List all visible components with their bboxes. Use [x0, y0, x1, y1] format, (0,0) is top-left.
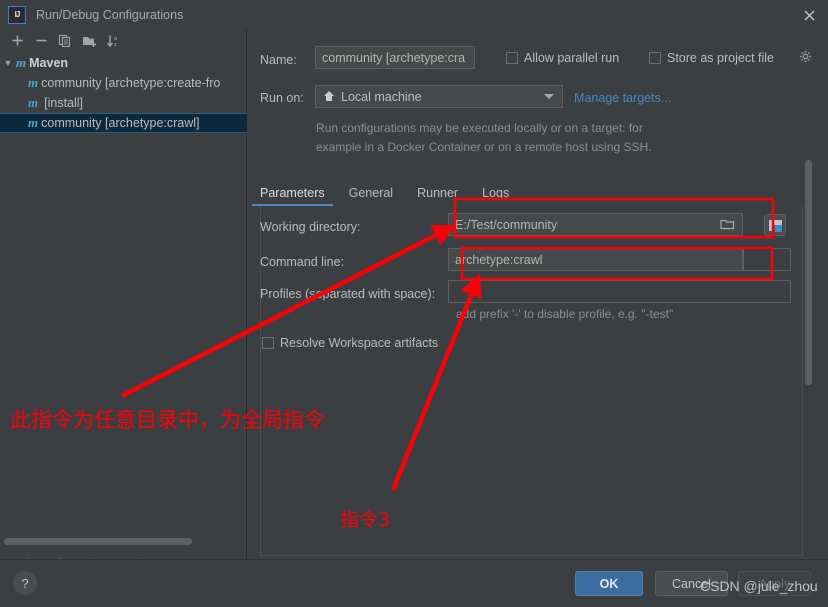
- cancel-button[interactable]: Cancel: [655, 571, 728, 596]
- copy-icon[interactable]: [53, 31, 77, 51]
- macro-accent-square: [775, 225, 782, 232]
- macro-bar-left: [769, 220, 772, 231]
- run-on-description-line1: Run configurations may be executed local…: [316, 121, 643, 135]
- store-as-project-file-checkbox[interactable]: Store as project file: [649, 51, 774, 65]
- working-directory-label: Working directory:: [260, 220, 361, 234]
- profiles-input[interactable]: [448, 280, 791, 303]
- allow-parallel-run-checkbox[interactable]: Allow parallel run: [506, 51, 619, 65]
- store-as-project-file-label: Store as project file: [667, 51, 774, 65]
- gear-icon[interactable]: [799, 50, 813, 67]
- ok-button[interactable]: OK: [575, 571, 643, 596]
- maven-icon: m: [28, 115, 39, 130]
- run-on-description-line2: example in a Docker Container or on a re…: [316, 140, 652, 154]
- profiles-label: Profiles (separated with space):: [260, 287, 436, 301]
- sort-alphabetical-icon[interactable]: a z: [101, 31, 125, 51]
- tab-parameters[interactable]: Parameters: [248, 186, 337, 206]
- run-on-dropdown[interactable]: Local machine: [315, 85, 563, 108]
- tree-group-label: Maven: [29, 56, 69, 70]
- run-on-label: Run on:: [260, 91, 304, 105]
- tree-item-label: community [archetype:create-fro: [41, 76, 221, 90]
- add-configuration-button[interactable]: [5, 31, 29, 51]
- configurations-tree: ▼ m Maven m community [archetype:create-…: [0, 53, 247, 519]
- tree-item-install[interactable]: m [install]: [0, 93, 247, 113]
- dialog-titlebar: IJ Run/Debug Configurations: [0, 0, 828, 29]
- folder-browse-icon[interactable]: [720, 218, 735, 234]
- tab-runner[interactable]: Runner: [405, 186, 470, 206]
- maven-icon: m: [28, 75, 39, 90]
- manage-targets-link[interactable]: Manage targets...: [574, 91, 671, 105]
- run-on-value: Local machine: [341, 89, 422, 104]
- resolve-workspace-artifacts-label: Resolve Workspace artifacts: [280, 336, 439, 350]
- configurations-sidebar: a z ▼ m Maven m community [archetype:cre…: [0, 29, 247, 571]
- tree-item-label: community [archetype:crawl]: [41, 116, 200, 130]
- tree-item-community-create-from[interactable]: m community [archetype:create-fro: [0, 73, 247, 93]
- chevron-down-icon[interactable]: ▼: [0, 58, 16, 68]
- sidebar-horizontal-scrollbar[interactable]: [4, 538, 192, 545]
- chevron-down-icon[interactable]: [544, 94, 554, 99]
- insert-macro-icon[interactable]: [764, 214, 786, 236]
- close-icon[interactable]: [800, 6, 818, 24]
- command-line-expand-area[interactable]: [743, 248, 791, 271]
- run-debug-configurations-dialog: IJ Run/Debug Configurations a z ▼ m Mave…: [0, 0, 828, 607]
- tree-group-maven[interactable]: ▼ m Maven: [0, 53, 247, 73]
- checkbox-box: [649, 52, 661, 64]
- profiles-hint: add prefix '-' to disable profile, e.g. …: [456, 307, 674, 321]
- dialog-title: Run/Debug Configurations: [36, 7, 184, 22]
- working-directory-input[interactable]: E:/Test/community: [448, 213, 743, 236]
- maven-icon: m: [28, 95, 39, 110]
- help-icon[interactable]: ?: [13, 571, 37, 595]
- resolve-workspace-artifacts-checkbox[interactable]: Resolve Workspace artifacts: [262, 336, 438, 350]
- sidebar-toolbar: a z: [0, 29, 247, 52]
- tab-logs[interactable]: Logs: [470, 186, 521, 206]
- checkbox-box: [262, 337, 274, 349]
- name-input[interactable]: community [archetype:cra: [315, 46, 475, 69]
- command-line-label: Command line:: [260, 255, 345, 269]
- tab-general[interactable]: General: [337, 186, 405, 206]
- maven-icon: m: [16, 55, 27, 70]
- configuration-editor-panel: Name: community [archetype:cra Allow par…: [248, 29, 828, 559]
- apply-button: Apply: [738, 571, 811, 596]
- add-folder-icon[interactable]: [77, 31, 101, 51]
- checkbox-box: [506, 52, 518, 64]
- intellij-idea-icon: IJ: [8, 5, 26, 24]
- remove-configuration-button[interactable]: [29, 31, 53, 51]
- name-label: Name:: [260, 53, 297, 67]
- command-line-input[interactable]: archetype:crawl: [448, 248, 743, 271]
- home-icon: [323, 90, 335, 104]
- tree-item-community-crawl[interactable]: m community [archetype:crawl]: [0, 113, 247, 133]
- editor-vertical-scrollbar[interactable]: [805, 160, 812, 385]
- editor-tabs: Parameters General Runner Logs: [248, 179, 828, 206]
- svg-text:z: z: [114, 42, 117, 48]
- allow-parallel-run-label: Allow parallel run: [524, 51, 620, 65]
- tree-item-label: [install]: [44, 96, 84, 110]
